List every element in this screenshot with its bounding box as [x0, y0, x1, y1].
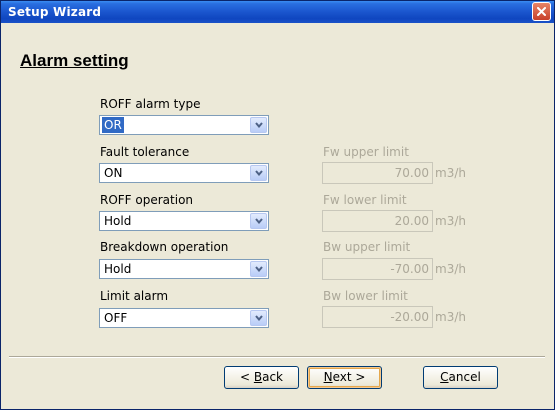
back-button-rest: ack [262, 370, 283, 384]
back-button[interactable]: < Back [224, 366, 299, 389]
bw-lower-limit-unit: m3/h [435, 310, 466, 324]
bw-upper-limit-field[interactable]: -70.00 [322, 258, 433, 280]
roff-alarm-type-select[interactable]: OR [99, 115, 269, 135]
close-icon [537, 7, 546, 16]
fw-upper-limit-unit: m3/h [435, 166, 466, 180]
chevron-down-icon [255, 122, 263, 128]
chevron-down-icon [255, 218, 263, 224]
fw-upper-limit-value: 70.00 [394, 166, 429, 180]
limit-alarm-label: Limit alarm [100, 289, 169, 303]
breakdown-operation-select[interactable]: Hold [99, 259, 269, 279]
cancel-button-rest: ancel [448, 370, 481, 384]
roff-operation-label: ROFF operation [100, 193, 194, 207]
fault-tolerance-select[interactable]: ON [99, 163, 269, 183]
limit-alarm-dropdown-button[interactable] [250, 310, 267, 326]
fw-lower-limit-value: 20.00 [394, 214, 429, 228]
footer-separator [9, 356, 545, 358]
roff-operation-value: Hold [104, 214, 132, 228]
breakdown-operation-label: Breakdown operation [100, 240, 229, 254]
close-button[interactable] [532, 2, 551, 21]
fw-lower-limit-label: Fw lower limit [323, 193, 407, 207]
bw-lower-limit-field[interactable]: -20.00 [322, 306, 433, 328]
roff-operation-select[interactable]: Hold [99, 211, 269, 231]
chevron-down-icon [255, 266, 263, 272]
title-bar[interactable]: Setup Wizard [1, 1, 554, 23]
fw-lower-limit-unit: m3/h [435, 214, 466, 228]
fault-tolerance-value: ON [104, 166, 123, 180]
fw-lower-limit-field[interactable]: 20.00 [322, 210, 433, 232]
breakdown-operation-dropdown-button[interactable] [250, 261, 267, 277]
setup-wizard-window: Setup Wizard Alarm setting ROFF alarm ty… [0, 0, 555, 410]
back-button-mnemonic: B [253, 370, 263, 384]
limit-alarm-value: OFF [104, 311, 128, 325]
roff-alarm-type-dropdown-button[interactable] [250, 117, 267, 133]
next-button-rest: ext > [332, 370, 366, 384]
bw-lower-limit-value: -20.00 [390, 310, 429, 324]
cancel-button-mnemonic: C [440, 370, 449, 384]
breakdown-operation-value: Hold [104, 262, 132, 276]
bw-upper-limit-unit: m3/h [435, 262, 466, 276]
fault-tolerance-label: Fault tolerance [100, 145, 190, 159]
limit-alarm-select[interactable]: OFF [99, 308, 269, 328]
next-button[interactable]: Next > [307, 366, 382, 389]
roff-alarm-type-value: OR [102, 117, 124, 133]
back-button-prefix: < [239, 370, 254, 384]
next-button-mnemonic: N [323, 370, 333, 384]
fault-tolerance-dropdown-button[interactable] [250, 165, 267, 181]
window-title: Setup Wizard [8, 5, 102, 19]
fw-upper-limit-field[interactable]: 70.00 [322, 162, 433, 184]
roff-operation-dropdown-button[interactable] [250, 213, 267, 229]
bw-upper-limit-label: Bw upper limit [323, 240, 411, 254]
cancel-button[interactable]: Cancel [423, 366, 498, 389]
chevron-down-icon [255, 315, 263, 321]
bw-upper-limit-value: -70.00 [390, 262, 429, 276]
fw-upper-limit-label: Fw upper limit [323, 145, 409, 159]
bw-lower-limit-label: Bw lower limit [323, 289, 408, 303]
roff-alarm-type-label: ROFF alarm type [100, 97, 201, 111]
chevron-down-icon [255, 170, 263, 176]
page-title: Alarm setting [20, 51, 129, 70]
